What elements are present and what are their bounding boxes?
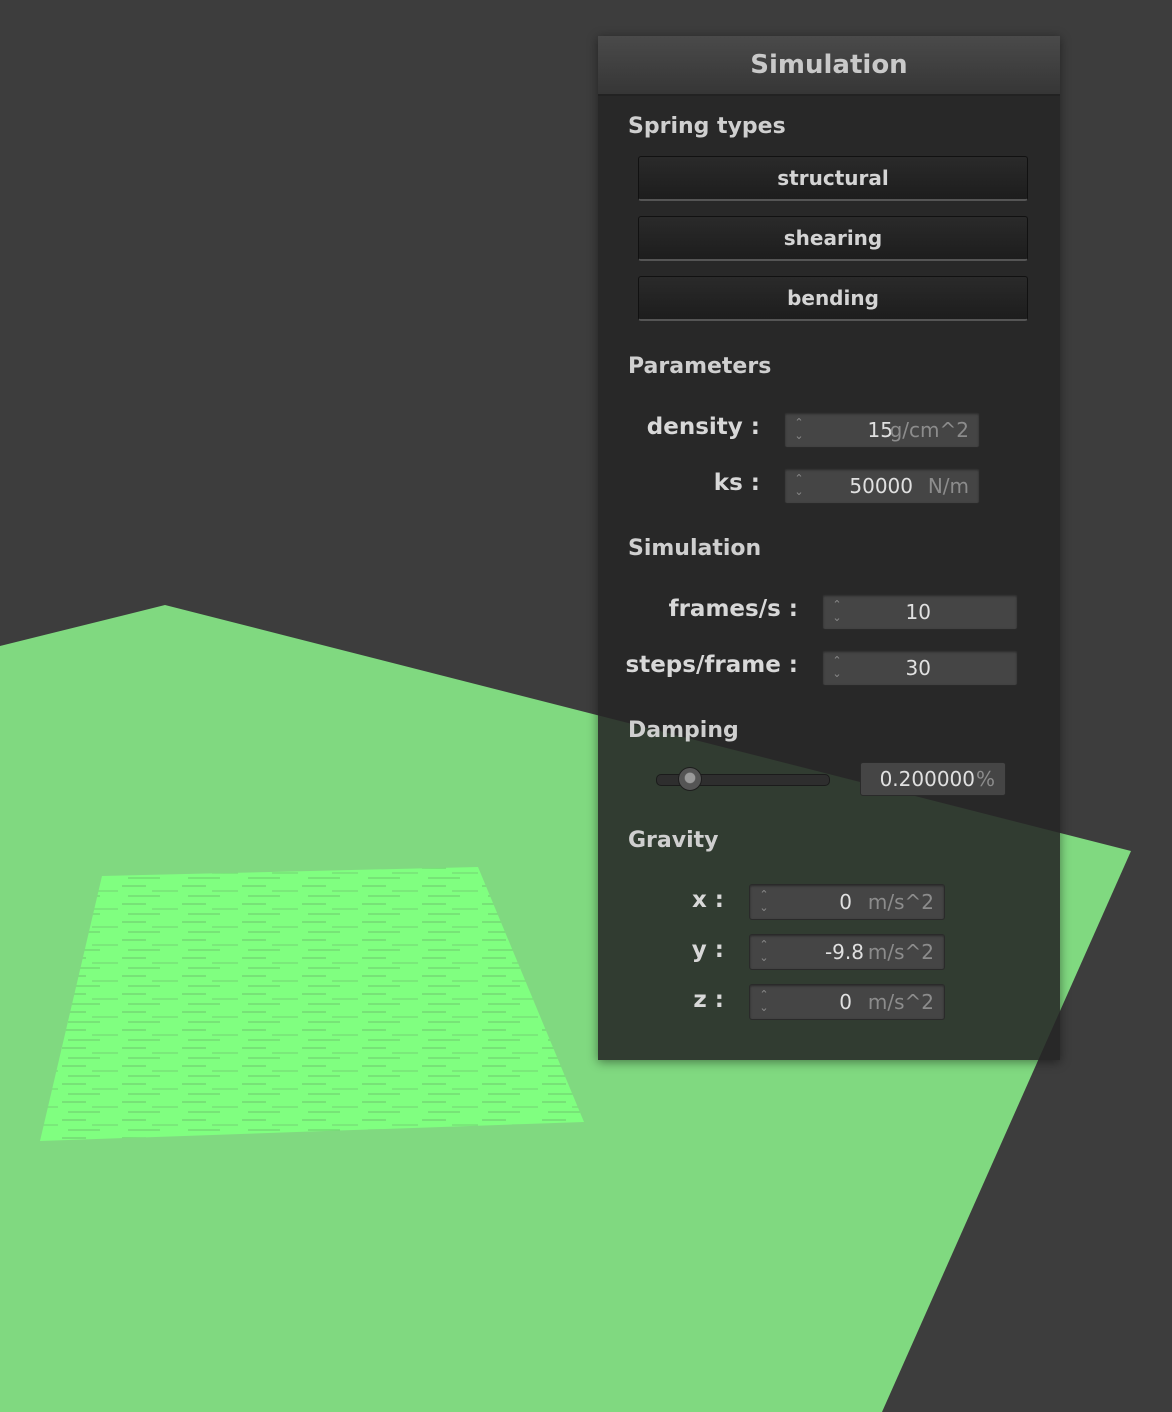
damping-field[interactable]: 0.200000 % [860, 762, 1006, 796]
gravity-y-stepper[interactable]: ⌃ ⌄ -9.8 m/s^2 [749, 934, 945, 970]
stepper-arrows-icon[interactable]: ⌃ ⌄ [793, 472, 805, 500]
damping-unit: % [975, 767, 995, 791]
damping-value: 0.200000 [879, 767, 975, 791]
gravity-z-label: z : [693, 987, 724, 1013]
gravity-z-unit: m/s^2 [867, 990, 934, 1014]
gravity-y-unit: m/s^2 [867, 940, 934, 964]
gravity-x-value: 0 [839, 890, 852, 914]
shearing-button[interactable]: shearing [638, 216, 1028, 261]
stepper-arrows-icon[interactable]: ⌃ ⌄ [758, 988, 770, 1016]
frames-stepper[interactable]: ⌃ ⌄ 10 [822, 594, 1018, 630]
gravity-x-unit: m/s^2 [867, 890, 934, 914]
stepper-arrows-icon[interactable]: ⌃ ⌄ [793, 416, 805, 444]
ks-unit: N/m [927, 474, 969, 498]
density-label: density : [646, 414, 760, 440]
gravity-y-label: y : [691, 937, 724, 963]
gravity-heading: Gravity [628, 828, 719, 853]
simulation-panel: Simulation Spring types structural shear… [598, 36, 1060, 1060]
density-unit: g/cm^2 [889, 418, 969, 442]
steps-label: steps/frame : [625, 652, 798, 678]
frames-label: frames/s : [668, 596, 798, 622]
structural-button[interactable]: structural [638, 156, 1028, 201]
stepper-arrows-icon[interactable]: ⌃ ⌄ [758, 888, 770, 916]
density-stepper[interactable]: ⌃ ⌄ 15 g/cm^2 [784, 412, 980, 448]
steps-stepper[interactable]: ⌃ ⌄ 30 [822, 650, 1018, 686]
parameters-heading: Parameters [628, 354, 772, 379]
ks-label: ks : [713, 470, 760, 496]
ks-value: 50000 [849, 474, 913, 498]
frames-value: 10 [905, 600, 931, 624]
gravity-x-label: x : [691, 887, 724, 913]
bending-button[interactable]: bending [638, 276, 1028, 321]
steps-value: 30 [905, 656, 931, 680]
stepper-arrows-icon[interactable]: ⌃ ⌄ [831, 654, 843, 682]
gravity-z-stepper[interactable]: ⌃ ⌄ 0 m/s^2 [749, 984, 945, 1020]
gravity-z-value: 0 [839, 990, 852, 1014]
stepper-arrows-icon[interactable]: ⌃ ⌄ [831, 598, 843, 626]
gravity-y-value: -9.8 [824, 940, 864, 964]
damping-slider-handle[interactable] [678, 767, 703, 791]
ks-stepper[interactable]: ⌃ ⌄ 50000 N/m [784, 468, 980, 504]
gravity-x-stepper[interactable]: ⌃ ⌄ 0 m/s^2 [749, 884, 945, 920]
stepper-arrows-icon[interactable]: ⌃ ⌄ [758, 938, 770, 966]
spring-types-heading: Spring types [628, 114, 786, 139]
panel-title: Simulation [598, 36, 1060, 96]
damping-heading: Damping [628, 718, 739, 743]
simulation-heading: Simulation [628, 536, 762, 561]
